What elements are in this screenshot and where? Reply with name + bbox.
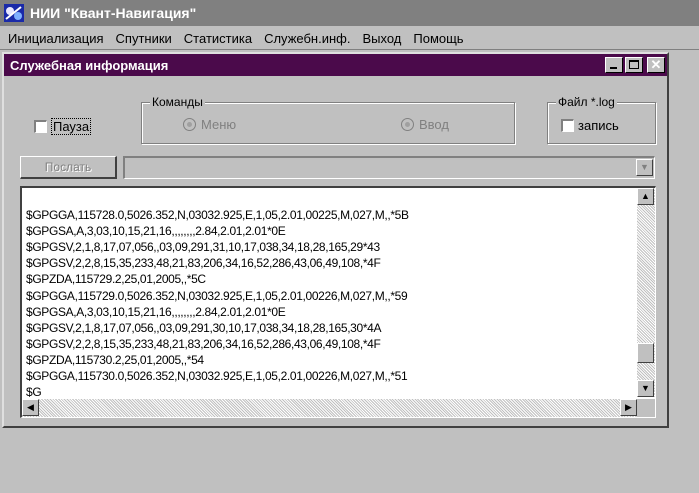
minimize-button[interactable] [605,57,623,73]
menu-initialization[interactable]: Инициализация [2,31,110,46]
vertical-scrollbar[interactable]: ▲ ▼ [637,188,655,397]
service-info-window: Служебная информация ✕ Пауза Команды Мен… [2,52,669,428]
satellite-app-icon [3,3,25,23]
maximize-icon [629,60,639,69]
close-button[interactable]: ✕ [647,57,665,73]
log-line: $GPGSV,2,2,8,15,35,233,48,21,83,206,34,1… [26,256,381,271]
log-line: $GPGSV,2,1,8,17,07,056,,03,09,291,31,10,… [26,240,380,255]
menu-satellites[interactable]: Спутники [110,31,178,46]
commands-group: Команды Меню Ввод [141,95,515,144]
radio-input[interactable]: Ввод [401,117,449,132]
logfile-legend: Файл *.log [556,95,617,109]
radio-menu-label: Меню [201,117,237,132]
horizontal-scrollbar[interactable]: ◀ ▶ [22,399,637,417]
send-button[interactable]: Послать [20,156,117,179]
log-line: $GPZDA,115730.2,25,01,2005,,*54 [26,352,204,367]
pause-checkbox[interactable]: Пауза [34,118,92,135]
record-label: запись [578,118,619,133]
scroll-down-button[interactable]: ▼ [637,380,654,397]
window-title: Служебная информация [10,57,169,73]
log-line: $GPGGA,115730.0,5026.352,N,03032.925,E,1… [26,369,408,384]
app-title: НИИ "Квант-Навигация" [30,5,197,21]
menu-exit[interactable]: Выход [356,31,407,46]
log-line: $GPGGA,115728.0,5026.352,N,03032.925,E,1… [26,208,409,223]
commands-legend: Команды [150,95,205,109]
vertical-scroll-thumb[interactable] [637,343,654,363]
app-title-bar: НИИ "Квант-Навигация" [0,0,699,26]
pause-checkbox-box[interactable] [34,120,47,133]
maximize-button[interactable] [625,57,643,73]
logfile-group: Файл *.log запись [547,95,656,144]
radio-input-circle[interactable] [401,118,414,131]
scroll-up-button[interactable]: ▲ [637,188,654,205]
log-line: $GPGSA,A,3,03,10,15,21,16,,,,,,,,2.84,2.… [26,224,286,239]
scroll-left-button[interactable]: ◀ [22,399,39,416]
minimize-icon [610,67,617,69]
nmea-log-textarea[interactable]: $GPGGA,115728.0,5026.352,N,03032.925,E,1… [20,186,656,418]
log-lines: $GPGGA,115728.0,5026.352,N,03032.925,E,1… [26,191,634,432]
chevron-down-icon: ▼ [640,162,649,172]
radio-input-label: Ввод [419,117,449,132]
menu-statistics[interactable]: Статистика [178,31,258,46]
log-line: $GPZDA,115729.2,25,01,2005,,*5C [26,272,206,287]
pause-label: Пауза [51,118,92,135]
arrow-right-icon: ▶ [625,402,632,412]
log-line: $G [26,385,42,400]
log-line: $GPGSV,2,1,8,17,07,056,,03,09,291,30,10,… [26,320,382,335]
command-combobox[interactable]: ▼ [123,156,655,179]
menu-service-info[interactable]: Служебн.инф. [258,31,356,46]
arrow-left-icon: ◀ [27,402,34,412]
window-title-bar: Служебная информация ✕ [4,54,667,76]
record-checkbox-box[interactable] [561,119,574,132]
record-checkbox[interactable]: запись [561,118,619,133]
arrow-up-icon: ▲ [641,191,650,201]
menu-help[interactable]: Помощь [407,31,469,46]
scroll-right-button[interactable]: ▶ [620,399,637,416]
log-line: $GPGSV,2,2,8,15,35,233,48,21,83,206,34,1… [26,336,381,351]
scroll-corner [637,399,655,417]
log-line: $GPGSA,A,3,03,10,15,21,16,,,,,,,,2.84,2.… [26,304,286,319]
radio-menu[interactable]: Меню [183,117,236,132]
arrow-down-icon: ▼ [641,383,650,393]
menu-bar: Инициализация Спутники Статистика Служеб… [0,28,699,50]
close-icon: ✕ [650,57,662,72]
window-controls: ✕ [605,57,665,73]
log-line: $GPGGA,115729.0,5026.352,N,03032.925,E,1… [26,288,408,303]
radio-menu-circle[interactable] [183,118,196,131]
combo-dropdown-button[interactable]: ▼ [636,159,653,176]
